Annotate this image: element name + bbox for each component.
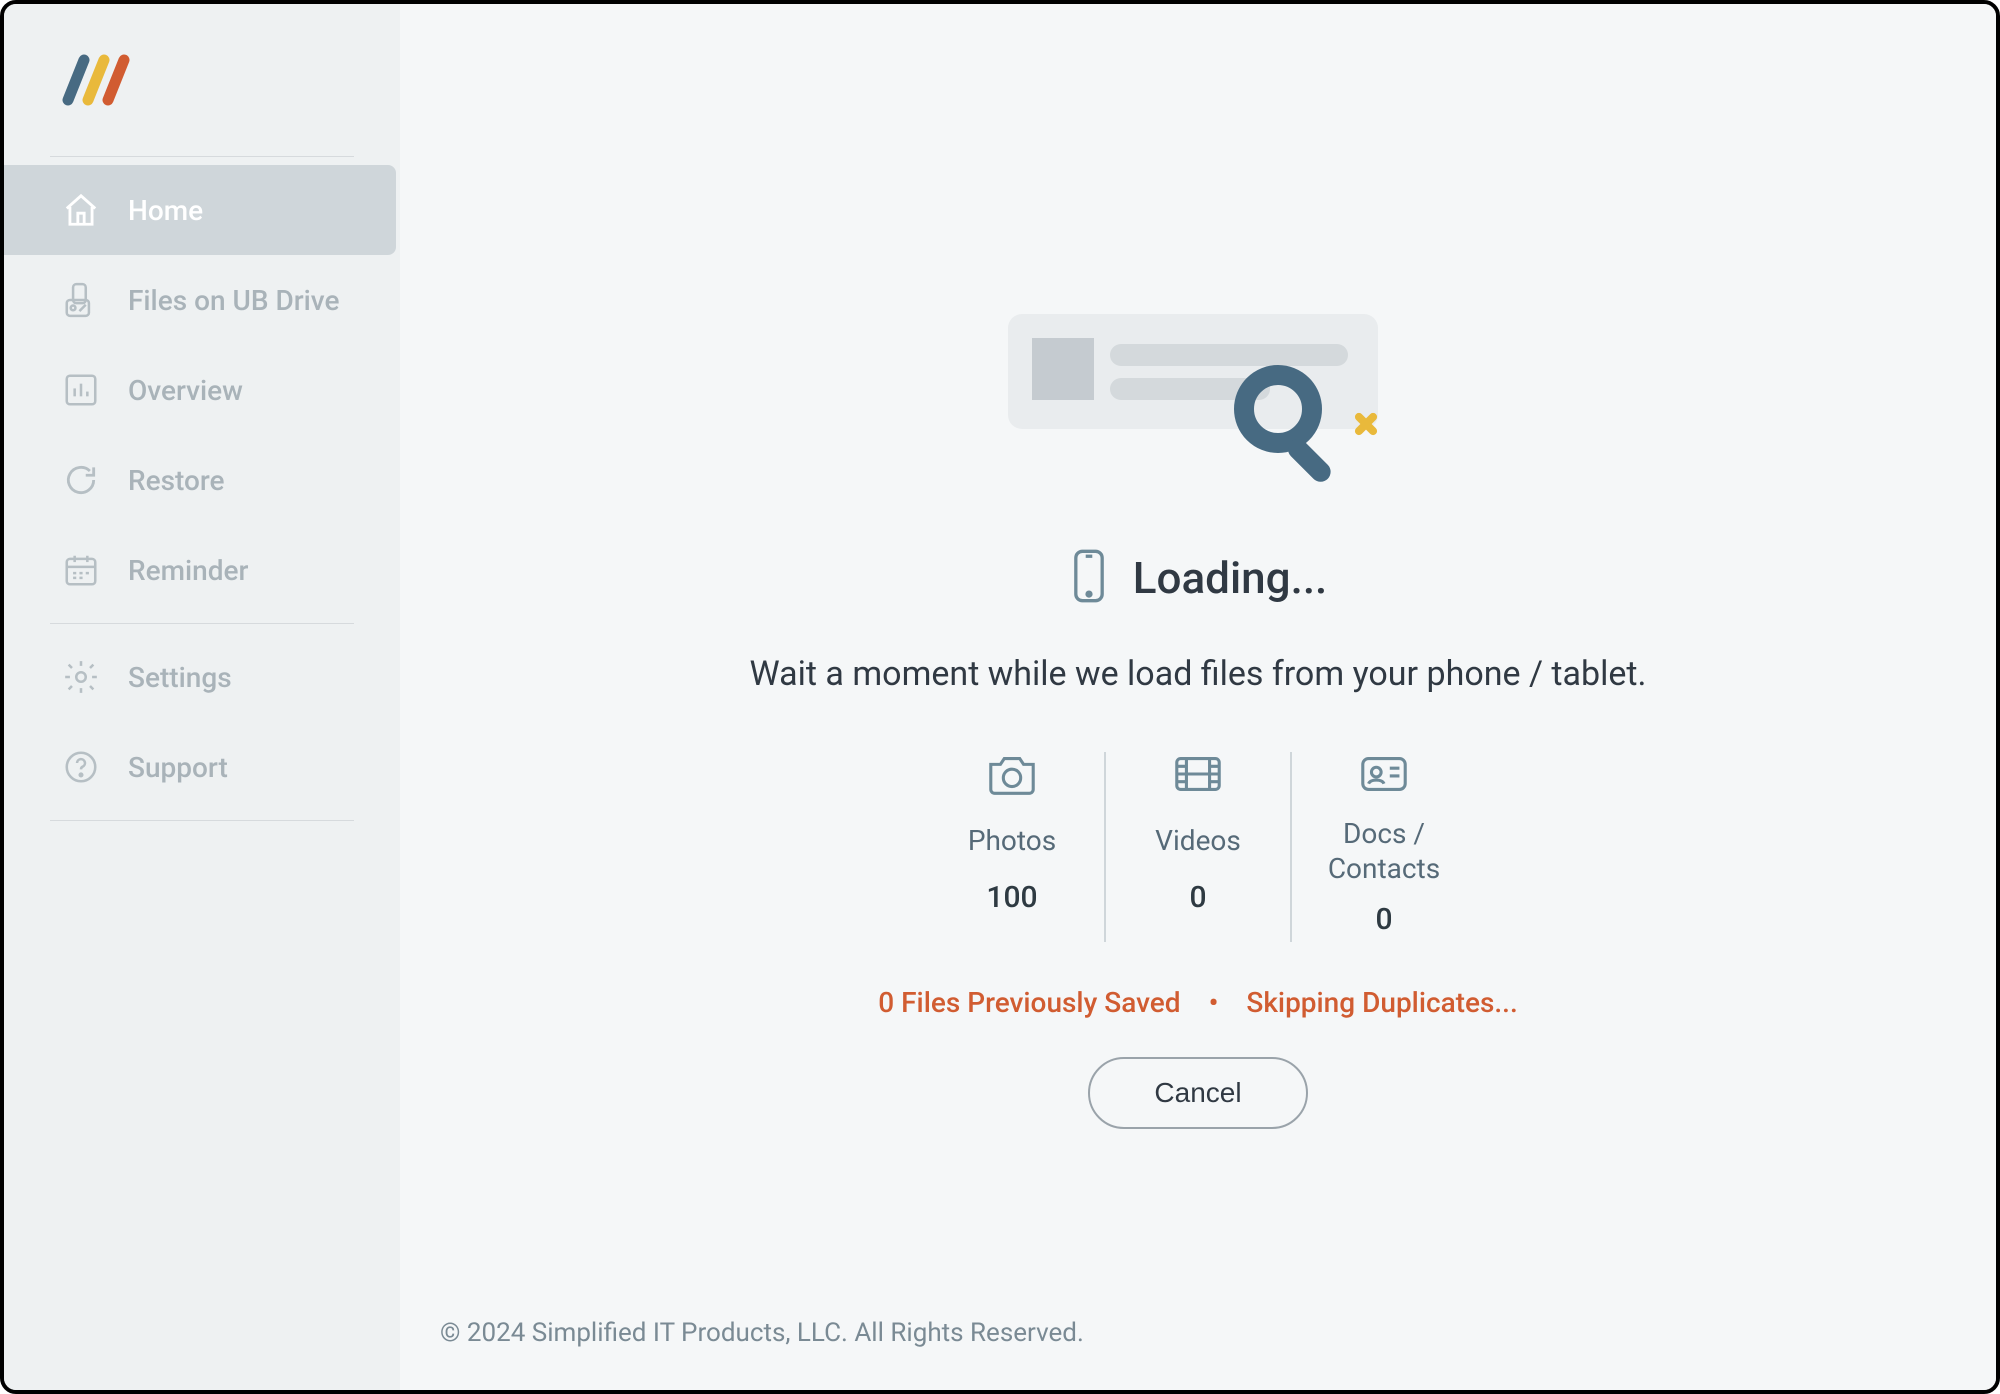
stat-label: Docs / Contacts [1308, 816, 1460, 886]
film-icon [1171, 752, 1225, 800]
contact-card-icon [1357, 752, 1411, 800]
stat-label: Photos [968, 816, 1056, 864]
sidebar-item-label: Reminder [128, 554, 248, 587]
footer-copyright: © 2024 Simplified IT Products, LLC. All … [440, 1318, 1084, 1348]
stat-divider [1104, 752, 1106, 942]
sidebar-item-home[interactable]: Home [4, 165, 396, 255]
drive-icon [62, 281, 100, 319]
cancel-button[interactable]: Cancel [1088, 1057, 1307, 1129]
camera-icon [985, 752, 1039, 800]
calendar-icon [62, 551, 100, 589]
sidebar-item-files[interactable]: Files on UB Drive [4, 255, 400, 345]
sidebar-item-label: Restore [128, 464, 225, 497]
loading-title: Loading... [1133, 552, 1328, 604]
stat-divider [1290, 752, 1292, 942]
nav-group-main: Home Files on UB Drive Overview Restore [4, 157, 400, 623]
sidebar-item-label: Files on UB Drive [128, 284, 339, 317]
stat-videos: Videos 0 [1110, 752, 1286, 942]
loading-illustration [988, 294, 1408, 498]
gear-icon [62, 658, 100, 696]
sidebar-item-label: Overview [128, 374, 243, 407]
help-icon [62, 748, 100, 786]
sidebar-item-support[interactable]: Support [4, 722, 400, 812]
status-line: 0 Files Previously Saved • Skipping Dupl… [878, 986, 1517, 1019]
loading-row: Loading... [1069, 548, 1328, 608]
sidebar-item-label: Support [128, 751, 228, 784]
app-window: Home Files on UB Drive Overview Restore [0, 0, 2000, 1394]
main-content: Loading... Wait a moment while we load f… [400, 4, 1996, 1390]
home-icon [62, 191, 100, 229]
status-skipping: Skipping Duplicates... [1246, 986, 1517, 1019]
stat-value: 0 [1375, 902, 1392, 937]
sidebar-item-restore[interactable]: Restore [4, 435, 400, 525]
refresh-icon [62, 461, 100, 499]
stat-docs: Docs / Contacts 0 [1296, 752, 1472, 942]
stat-photos: Photos 100 [924, 752, 1100, 942]
sidebar-item-reminder[interactable]: Reminder [4, 525, 400, 615]
sidebar-divider [50, 820, 354, 821]
stat-value: 100 [986, 880, 1037, 915]
loading-subtitle: Wait a moment while we load files from y… [750, 654, 1647, 694]
sidebar-item-label: Settings [128, 661, 232, 694]
status-prev-saved: 0 Files Previously Saved [878, 986, 1180, 1019]
stats-row: Photos 100 Videos 0 Docs / Contacts 0 [924, 752, 1472, 942]
app-logo [62, 54, 400, 110]
sidebar-item-settings[interactable]: Settings [4, 632, 400, 722]
nav-group-secondary: Settings Support [4, 624, 400, 820]
sidebar-item-overview[interactable]: Overview [4, 345, 400, 435]
chart-icon [62, 371, 100, 409]
sidebar-item-label: Home [128, 194, 203, 227]
stat-label: Videos [1155, 816, 1241, 864]
stat-value: 0 [1189, 880, 1206, 915]
phone-icon [1069, 548, 1109, 608]
sidebar: Home Files on UB Drive Overview Restore [4, 4, 400, 1390]
status-separator: • [1209, 986, 1219, 1019]
